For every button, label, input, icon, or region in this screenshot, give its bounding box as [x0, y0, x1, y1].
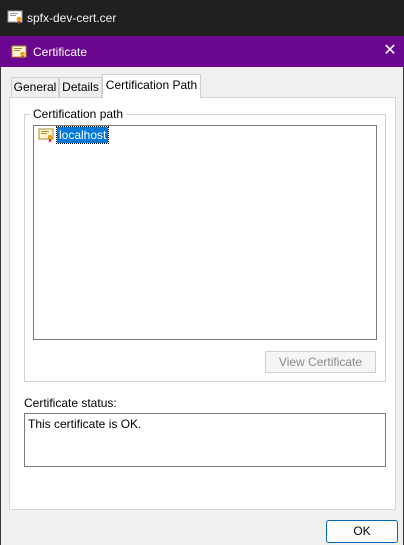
certificate-file-icon	[7, 10, 23, 24]
certification-path-tree[interactable]	[33, 125, 377, 340]
certification-path-group-label: Certification path	[30, 107, 127, 121]
certificate-icon	[11, 45, 27, 59]
tab-certification-path-label: Certification Path	[105, 78, 198, 92]
close-button[interactable]: ✕	[376, 38, 404, 65]
tab-general[interactable]: General	[11, 77, 59, 97]
tab-general-label: General	[13, 80, 57, 94]
outer-window-title: spfx-dev-cert.cer	[27, 11, 117, 25]
tab-details[interactable]: Details	[59, 77, 102, 97]
view-certificate-button[interactable]: View Certificate	[265, 351, 376, 373]
certificate-icon	[38, 128, 54, 143]
tab-certification-path[interactable]: Certification Path	[102, 74, 201, 98]
dialog-title: Certificate	[33, 45, 88, 59]
certificate-status-label: Certificate status:	[24, 396, 117, 410]
tree-item-localhost[interactable]: localhost	[55, 126, 110, 144]
tab-details-label: Details	[62, 80, 99, 94]
ok-button[interactable]: OK	[326, 520, 398, 543]
close-icon: ✕	[383, 42, 397, 59]
certificate-status-box[interactable]: This certificate is OK.	[24, 413, 386, 467]
